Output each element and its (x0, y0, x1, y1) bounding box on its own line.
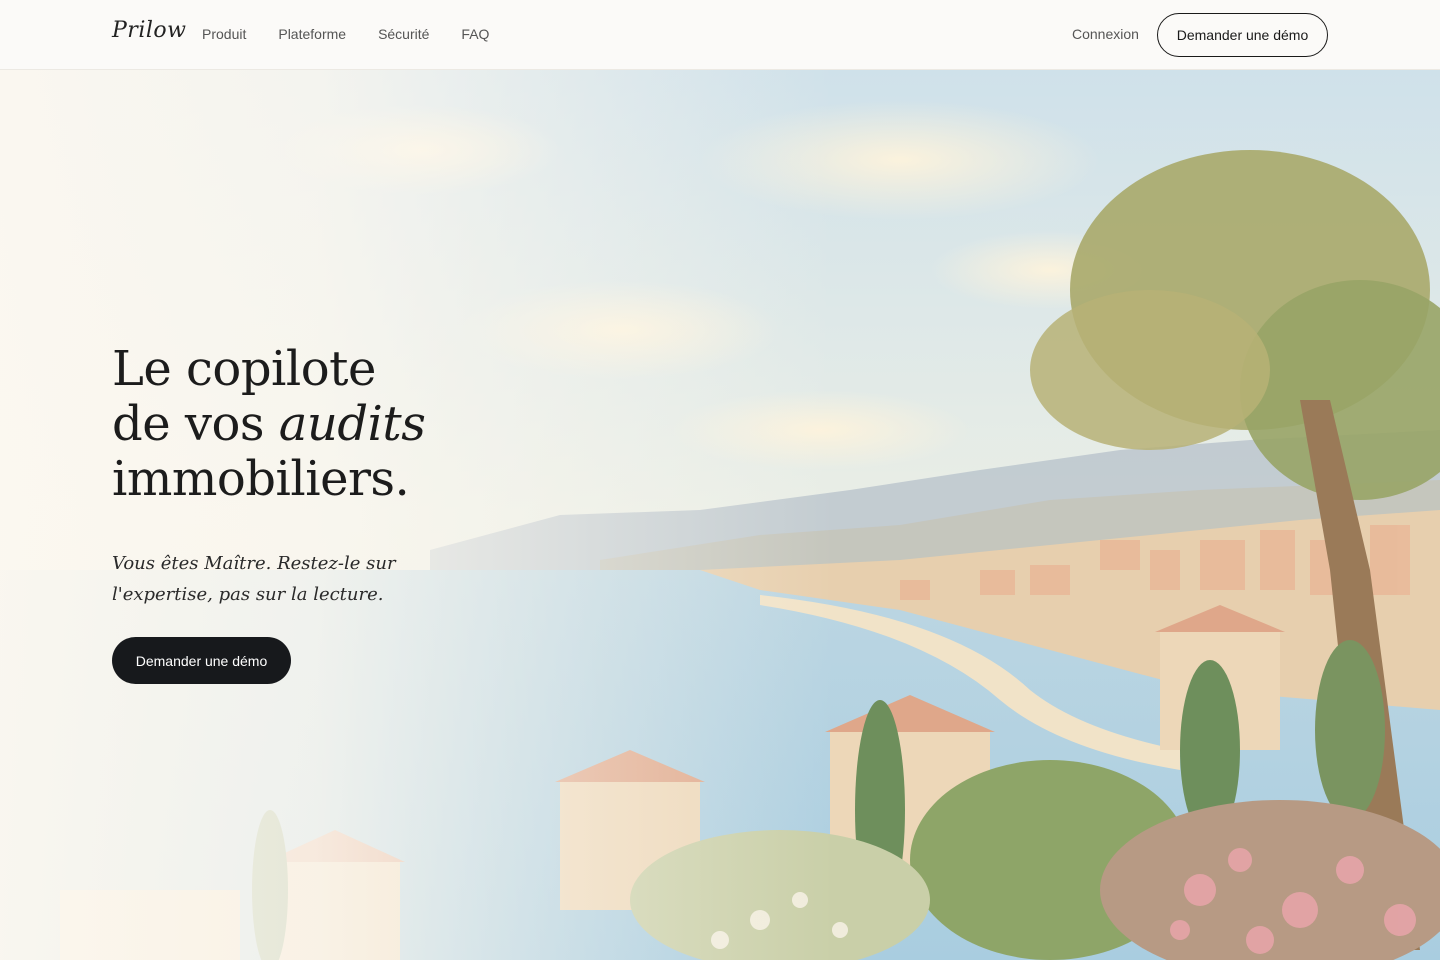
login-link[interactable]: Connexion (1072, 26, 1139, 42)
hero-demo-button[interactable]: Demander une démo (112, 637, 291, 684)
nav-item-faq[interactable]: FAQ (461, 26, 489, 42)
hero-overlay (0, 70, 1440, 960)
nav-item-produit[interactable]: Produit (202, 26, 246, 42)
nav-item-securite[interactable]: Sécurité (378, 26, 429, 42)
brand-logo[interactable]: Prilow (112, 18, 186, 43)
headline-line-1: Le copilote (112, 341, 376, 397)
nav-item-plateforme[interactable]: Plateforme (278, 26, 346, 42)
main-nav: Produit Plateforme Sécurité FAQ (202, 26, 521, 42)
top-navigation: Prilow Produit Plateforme Sécurité FAQ C… (0, 0, 1440, 70)
headline-line-3: immobiliers. (112, 451, 410, 507)
headline-line-2-prefix: de vos (112, 396, 279, 452)
hero-headline: Le copilote de vos audits immobiliers. (112, 342, 632, 507)
hero-subtitle: Vous êtes Maître. Restez-le sur l'expert… (112, 553, 396, 605)
header-demo-button[interactable]: Demander une démo (1157, 13, 1328, 57)
headline-line-2-italic: audits (278, 396, 426, 452)
hero-section (0, 70, 1440, 960)
